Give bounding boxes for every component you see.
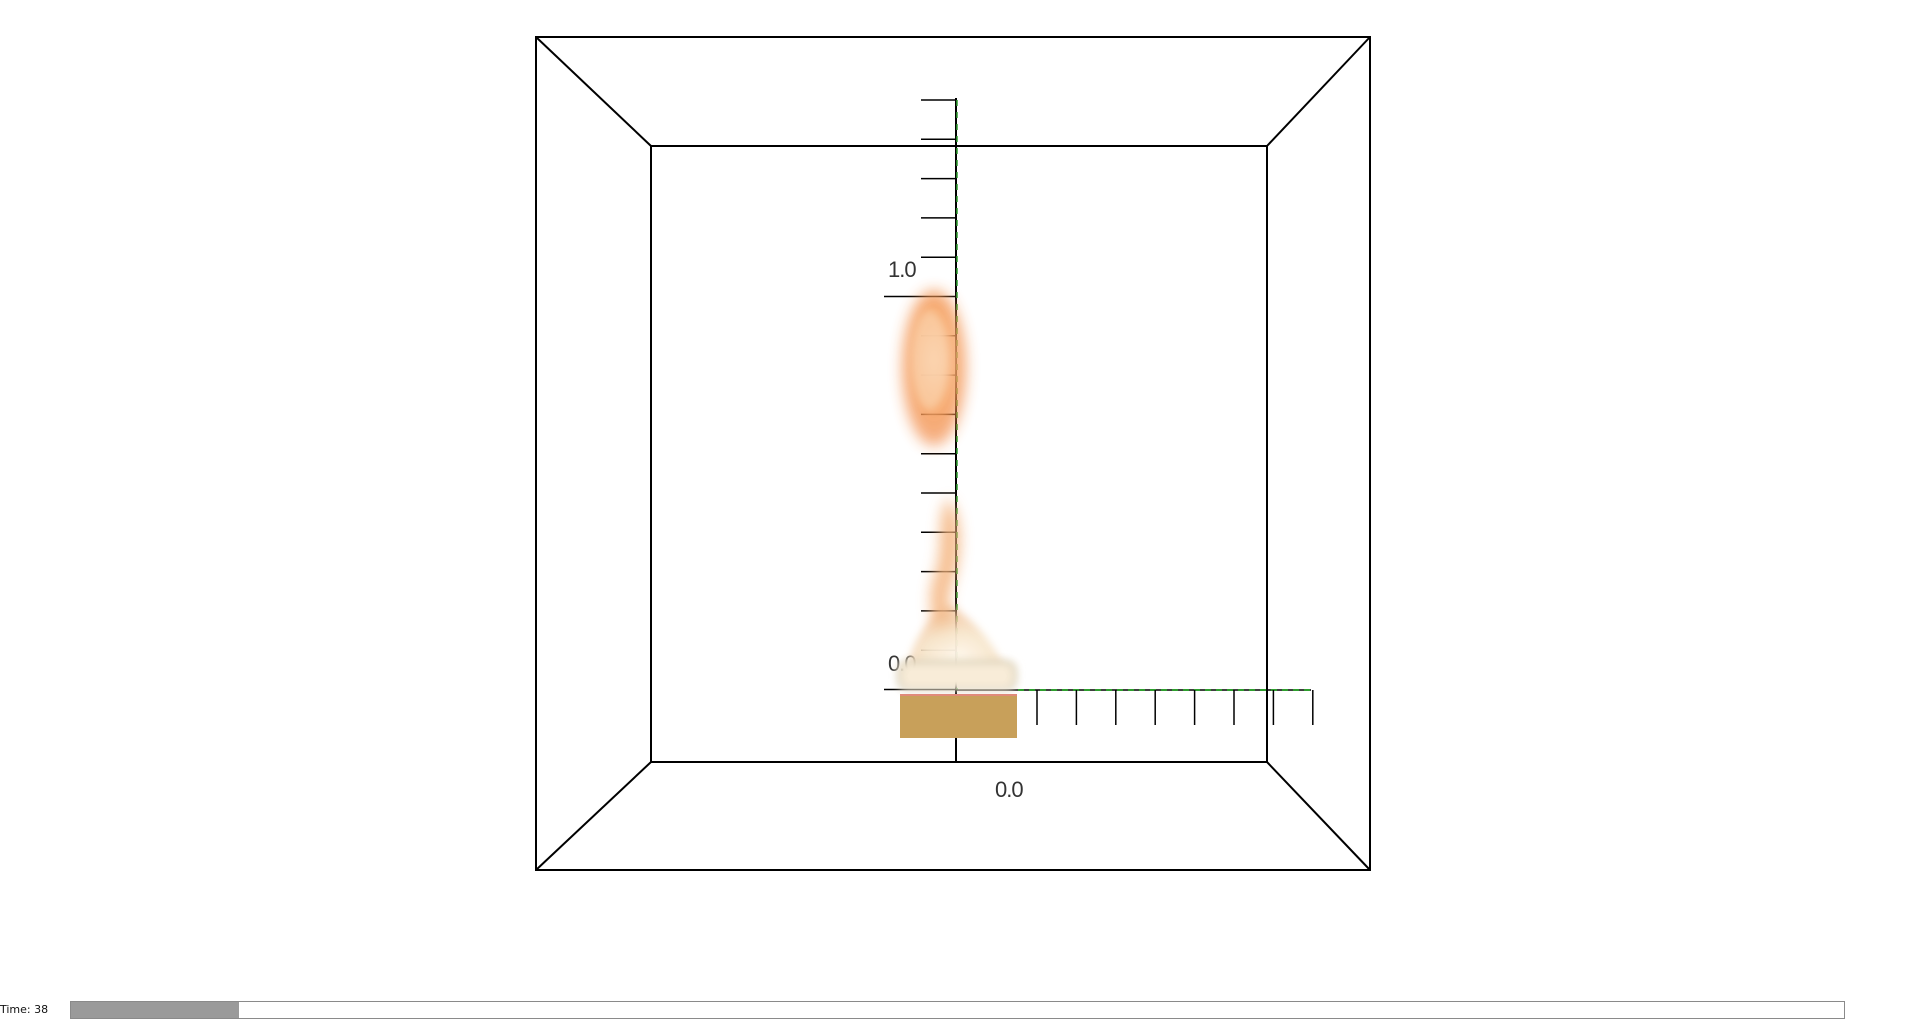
box-edge-bottom-right	[1266, 761, 1371, 871]
burner-block	[900, 696, 1017, 738]
timeline-scrubber[interactable]	[70, 1001, 1845, 1019]
horizontal-axis-ticks	[1036, 690, 1314, 725]
box-edge-top-right	[1266, 36, 1371, 147]
scene-canvas[interactable]: 1.0 0.0 0.0	[0, 0, 1920, 1017]
time-readout: Time: 38	[0, 1004, 48, 1016]
render-viewport[interactable]: 1.0 0.0 0.0 Time: 38	[0, 0, 1920, 1019]
box-edge-top-left	[535, 36, 652, 147]
horizontal-axis-label-origin: 0.0	[995, 777, 1023, 802]
timeline-progress-fill	[71, 1002, 240, 1018]
time-value: 38	[34, 1003, 49, 1016]
flame-base-glow	[897, 660, 1017, 690]
time-label-text: Time:	[0, 1003, 31, 1016]
flame-upper-core	[912, 310, 948, 410]
box-edge-bottom-left	[535, 761, 652, 871]
vertical-axis-label-top: 1.0	[888, 257, 916, 282]
